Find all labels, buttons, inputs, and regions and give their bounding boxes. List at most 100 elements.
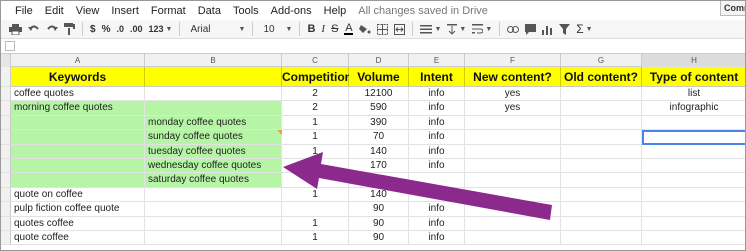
- cell-a[interactable]: [11, 144, 145, 159]
- cell-f[interactable]: yes: [465, 101, 561, 116]
- cell-f[interactable]: [465, 216, 561, 231]
- column-header-a[interactable]: A: [11, 54, 145, 67]
- cell-f[interactable]: [465, 202, 561, 217]
- menu-data[interactable]: Data: [192, 5, 227, 17]
- cell-b[interactable]: monday coffee quotes: [145, 115, 282, 131]
- header-cell-keywords[interactable]: Keywords: [11, 67, 145, 87]
- menu-edit[interactable]: Edit: [39, 5, 70, 17]
- cell-g[interactable]: [561, 144, 642, 159]
- cell-g[interactable]: [561, 216, 642, 231]
- wrap-icon[interactable]: ▼: [469, 20, 495, 39]
- valign-icon[interactable]: ▼: [444, 20, 469, 39]
- borders-icon[interactable]: [374, 20, 391, 39]
- header-cell-intent[interactable]: Intent: [409, 67, 465, 87]
- cell-g[interactable]: [561, 101, 642, 116]
- row-number[interactable]: [1, 67, 11, 87]
- cell-c[interactable]: 1: [282, 216, 349, 231]
- text-color-button[interactable]: A: [341, 20, 356, 39]
- cell-c[interactable]: 2: [282, 101, 349, 116]
- column-header-f[interactable]: F: [465, 54, 561, 67]
- cell-f[interactable]: [465, 115, 561, 131]
- cell-b[interactable]: sunday coffee quotes: [145, 130, 282, 145]
- cell-a[interactable]: [11, 173, 145, 188]
- cell-h[interactable]: [642, 173, 745, 188]
- cell-h[interactable]: list: [642, 87, 745, 102]
- menu-format[interactable]: Format: [145, 5, 192, 17]
- increase-decimal-button[interactable]: .00: [127, 20, 146, 39]
- cell-g[interactable]: [561, 87, 642, 102]
- decrease-decimal-button[interactable]: .0: [113, 20, 127, 39]
- comment-indicator[interactable]: [277, 130, 282, 136]
- cell-a[interactable]: morning coffee quotes: [11, 101, 145, 116]
- cell-a[interactable]: [11, 130, 145, 145]
- cell-e[interactable]: [409, 187, 465, 203]
- cell-h[interactable]: [642, 231, 745, 246]
- cell-b[interactable]: [145, 87, 282, 102]
- cell-f[interactable]: [465, 231, 561, 246]
- merge-icon[interactable]: [391, 20, 408, 39]
- cell-f[interactable]: yes: [465, 87, 561, 102]
- cell-b[interactable]: [145, 202, 282, 217]
- cell-c[interactable]: [282, 202, 349, 217]
- cell-h[interactable]: [642, 145, 745, 159]
- cell-d[interactable]: 12100: [349, 87, 409, 102]
- cell-b[interactable]: wednesday coffee quotes: [145, 159, 282, 174]
- cell-c[interactable]: [282, 159, 349, 174]
- column-header-d[interactable]: D: [349, 54, 409, 67]
- cell-c[interactable]: 1: [282, 144, 349, 159]
- fill-color-icon[interactable]: [356, 20, 374, 39]
- cell-d[interactable]: 590: [349, 101, 409, 116]
- cell-b[interactable]: [145, 187, 282, 203]
- header-cell-competition[interactable]: Competition: [282, 67, 352, 87]
- print-icon[interactable]: [1, 20, 25, 39]
- menu-insert[interactable]: Insert: [105, 5, 145, 17]
- cell-c[interactable]: 1: [282, 115, 349, 131]
- header-cell-new-content[interactable]: New content?: [465, 67, 561, 87]
- menu-file[interactable]: File: [1, 5, 39, 17]
- italic-button[interactable]: I: [318, 20, 328, 39]
- cell-d[interactable]: 90: [349, 216, 409, 231]
- header-cell-type-of-content[interactable]: Type of content: [642, 67, 745, 87]
- cell-e[interactable]: info: [409, 144, 465, 159]
- row-number[interactable]: [1, 130, 11, 145]
- cell-c[interactable]: 2: [282, 87, 349, 102]
- cell-c[interactable]: [282, 173, 349, 188]
- cell-b[interactable]: saturday coffee quotes: [145, 173, 282, 188]
- cell-g[interactable]: [561, 159, 642, 174]
- row-number[interactable]: [1, 159, 11, 174]
- currency-button[interactable]: $: [87, 20, 99, 39]
- cell-g[interactable]: [561, 231, 642, 246]
- cell-d[interactable]: 90: [349, 202, 409, 217]
- bold-button[interactable]: B: [304, 20, 318, 39]
- cell-g[interactable]: [561, 130, 642, 145]
- cell-b[interactable]: tuesday coffee quotes: [145, 144, 282, 159]
- header-cell-b[interactable]: [145, 67, 282, 87]
- cell-d[interactable]: 390: [349, 115, 409, 131]
- comment-icon[interactable]: [522, 20, 539, 39]
- font-family-select[interactable]: Arial ▼: [184, 20, 248, 39]
- row-number[interactable]: [1, 216, 11, 231]
- cell-d[interactable]: [349, 173, 409, 188]
- comments-button[interactable]: Comme: [720, 1, 745, 16]
- cell-d[interactable]: 140: [349, 187, 409, 203]
- cell-h[interactable]: [642, 188, 745, 203]
- cell-d[interactable]: 70: [349, 130, 409, 145]
- cell-a[interactable]: quotes coffee: [11, 216, 145, 231]
- cell-a[interactable]: pulp fiction coffee quote: [11, 202, 145, 217]
- column-header-e[interactable]: E: [409, 54, 465, 67]
- cell-e[interactable]: [409, 173, 465, 188]
- cell-d[interactable]: 90: [349, 231, 409, 246]
- cell-a[interactable]: [11, 159, 145, 174]
- functions-button[interactable]: Σ ▼: [573, 20, 595, 39]
- cell-h[interactable]: infographic: [642, 101, 745, 116]
- cell-c[interactable]: 1: [282, 187, 349, 203]
- cell-e[interactable]: info: [409, 101, 465, 116]
- formula-bar[interactable]: [1, 39, 745, 54]
- number-format-button[interactable]: 123 ▼: [146, 20, 176, 39]
- cell-e[interactable]: info: [409, 231, 465, 246]
- row-number[interactable]: [1, 187, 11, 203]
- cell-g[interactable]: [561, 173, 642, 188]
- cell-a[interactable]: [11, 115, 145, 131]
- percent-button[interactable]: %: [99, 20, 114, 39]
- header-cell-old-content[interactable]: Old content?: [561, 67, 642, 87]
